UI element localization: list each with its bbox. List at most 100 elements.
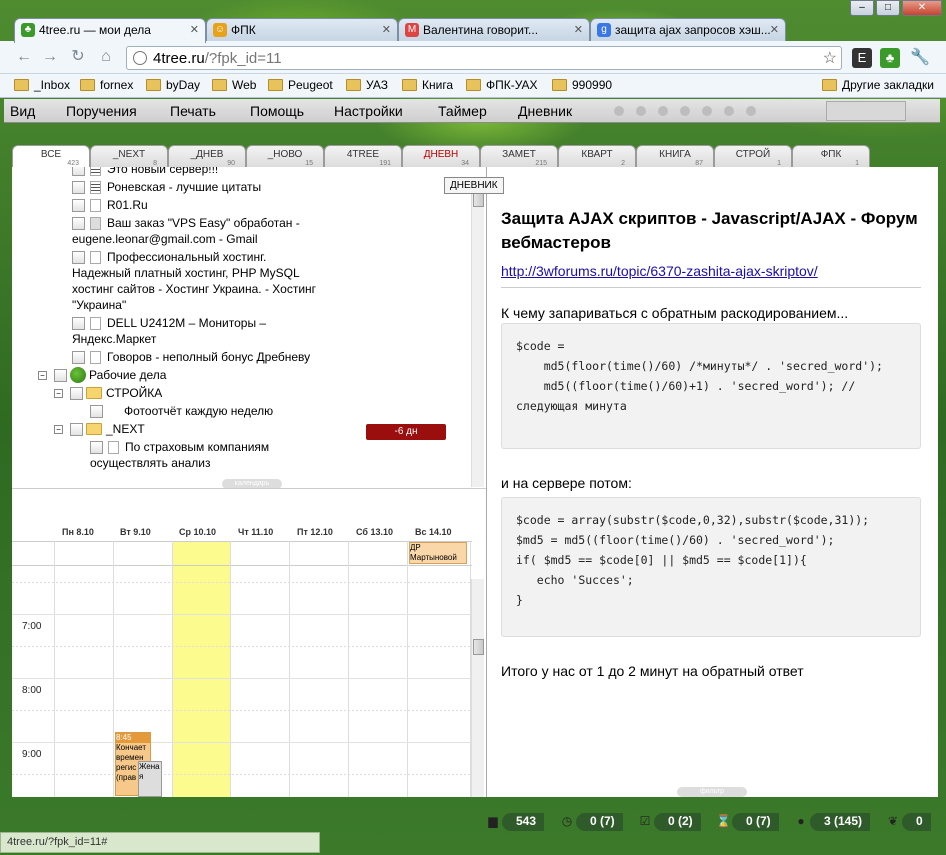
- minimize-button[interactable]: –: [850, 0, 874, 16]
- checkbox[interactable]: [72, 351, 85, 364]
- bookmark-folder[interactable]: Web: [212, 78, 256, 92]
- url-path: /?fpk_id=11: [204, 50, 282, 67]
- grid-line: [12, 742, 472, 743]
- checkbox[interactable]: [70, 423, 83, 436]
- browser-tab[interactable]: M Валентина говорит... ✕: [398, 18, 590, 42]
- checkbox[interactable]: [54, 369, 67, 382]
- all-day-event[interactable]: ДР Мартыновой: [409, 542, 467, 564]
- slider-dot: [680, 106, 690, 116]
- scroll-thumb[interactable]: [473, 639, 484, 655]
- browser-tab[interactable]: ♣ 4tree.ru — мои дела ✕: [14, 18, 206, 43]
- menu-print[interactable]: Печать: [170, 103, 216, 119]
- checkbox[interactable]: [72, 317, 85, 330]
- close-tab-icon[interactable]: ✕: [190, 23, 199, 36]
- stat-wait[interactable]: 0 (7): [732, 813, 779, 831]
- stat-dot[interactable]: 3 (145): [810, 813, 871, 831]
- grid-line: [172, 541, 173, 797]
- calendar-toggle[interactable]: календарь: [222, 479, 282, 488]
- close-window-button[interactable]: ✕: [902, 0, 942, 16]
- tree-scrollbar[interactable]: [471, 187, 484, 487]
- tab-build[interactable]: СТРОЙ 1: [714, 145, 792, 167]
- tree-item-label: Рабочие дела: [89, 368, 167, 382]
- stat-done[interactable]: 0 (2): [654, 813, 701, 831]
- tab-4tree[interactable]: 4TREE 191: [324, 145, 402, 167]
- tab-count: 15: [305, 160, 313, 167]
- back-icon[interactable]: ←: [14, 47, 34, 67]
- title-bar: – □ ✕: [0, 0, 946, 16]
- stat-total[interactable]: 543: [502, 813, 545, 831]
- stat-timer[interactable]: 0 (7): [576, 813, 623, 831]
- grid-line: [230, 541, 231, 797]
- event-time: 8:45: [116, 733, 150, 743]
- checkbox[interactable]: [90, 441, 103, 454]
- checkbox[interactable]: [72, 251, 85, 264]
- bookmark-folder[interactable]: Peugeot: [268, 78, 333, 92]
- checkbox[interactable]: [70, 387, 83, 400]
- bookmark-label: УАЗ: [366, 78, 388, 92]
- grid-line: [12, 678, 472, 679]
- calendar-scrollbar[interactable]: [471, 579, 484, 797]
- menu-help[interactable]: Помощь: [250, 103, 304, 119]
- checkbox[interactable]: [90, 405, 103, 418]
- bookmark-folder[interactable]: 990990: [552, 78, 612, 92]
- folder-icon: [80, 79, 95, 91]
- calendar-event[interactable]: Жена я: [138, 761, 162, 797]
- menu-diary[interactable]: Дневник: [518, 103, 572, 119]
- bookmark-folder[interactable]: УАЗ: [346, 78, 388, 92]
- note-link[interactable]: http://3wforums.ru/topic/6370-zashita-aj…: [501, 263, 818, 279]
- slider-dot: [724, 106, 734, 116]
- forward-icon[interactable]: →: [40, 47, 60, 67]
- address-bar[interactable]: 4tree.ru/?fpk_id=11 ☆: [126, 46, 842, 70]
- day-header: Пн 8.10: [62, 527, 94, 537]
- tab-diary[interactable]: ДНЕВН 34: [402, 145, 480, 167]
- tab-book[interactable]: КНИГА 87: [636, 145, 714, 167]
- tab-all[interactable]: ВСЕ 423: [12, 145, 90, 167]
- menu-tasks[interactable]: Поручения: [66, 103, 137, 119]
- bookmark-star-icon[interactable]: ☆: [823, 48, 837, 68]
- status-bar: ▆ 543 ◷ 0 (7) ☑ 0 (2) ⌛ 0 (7) ● 3 (145) …: [4, 809, 940, 832]
- evernote-icon[interactable]: E: [852, 48, 872, 68]
- reload-icon[interactable]: ↻: [68, 47, 88, 67]
- zoom-slider[interactable]: [614, 106, 824, 116]
- tab-new[interactable]: _НОВО 15: [246, 145, 324, 167]
- tab-diary-short[interactable]: _ДНЕВ 90: [168, 145, 246, 167]
- tree-item-label: По страховым компаниям: [125, 440, 270, 454]
- wrench-icon[interactable]: 🔧: [910, 48, 930, 68]
- tab-next[interactable]: _NEXT 8: [90, 145, 168, 167]
- bookmark-label: ФПК-УАХ: [486, 78, 538, 92]
- collapse-icon[interactable]: −: [38, 371, 47, 380]
- menu-timer[interactable]: Таймер: [438, 103, 487, 119]
- checkbox[interactable]: [72, 167, 85, 176]
- bookmark-folder[interactable]: byDay: [146, 78, 200, 92]
- maximize-button[interactable]: □: [876, 0, 900, 16]
- browser-tab[interactable]: g защита ajax запросов хэш... ✕: [590, 18, 786, 42]
- stat-leaf[interactable]: 0: [902, 813, 931, 831]
- app-tabs: ВСЕ 423 _NEXT 8 _ДНЕВ 90 _НОВО 15 4TREE 191 Д…: [4, 145, 940, 167]
- code-block: $code = md5(floor(time()/60) /*минуты*/ …: [501, 323, 921, 449]
- menu-settings[interactable]: Настройки: [334, 103, 403, 119]
- tab-notes[interactable]: ЗАМЕТ 215: [480, 145, 558, 167]
- browser-tab[interactable]: ☺ ФПК ✕: [206, 18, 398, 42]
- tab-label: _НОВО: [267, 149, 303, 160]
- leaf-icon: ❦: [887, 814, 899, 828]
- close-tab-icon[interactable]: ✕: [770, 23, 779, 36]
- collapse-icon[interactable]: −: [54, 389, 63, 398]
- filter-toggle[interactable]: фильтр: [677, 787, 747, 797]
- tree-extension-icon[interactable]: ♣: [880, 48, 900, 68]
- bookmark-folder[interactable]: Книга: [402, 78, 453, 92]
- menu-view[interactable]: Вид: [10, 103, 35, 119]
- other-bookmarks[interactable]: Другие закладки: [822, 78, 934, 92]
- checkbox[interactable]: [72, 181, 85, 194]
- bookmark-folder[interactable]: ФПК-УАХ: [466, 78, 538, 92]
- checkbox[interactable]: [72, 199, 85, 212]
- bookmark-folder[interactable]: _Inbox: [14, 78, 70, 92]
- checkbox[interactable]: [72, 217, 85, 230]
- timer-widget[interactable]: [826, 101, 906, 121]
- collapse-icon[interactable]: −: [54, 425, 63, 434]
- tab-fpk[interactable]: ФПК 1: [792, 145, 870, 167]
- bookmark-folder[interactable]: fornex: [80, 78, 133, 92]
- close-tab-icon[interactable]: ✕: [382, 23, 391, 36]
- tab-quarter[interactable]: КВАРТ 2: [558, 145, 636, 167]
- close-tab-icon[interactable]: ✕: [574, 23, 583, 36]
- home-icon[interactable]: ⌂: [96, 47, 116, 67]
